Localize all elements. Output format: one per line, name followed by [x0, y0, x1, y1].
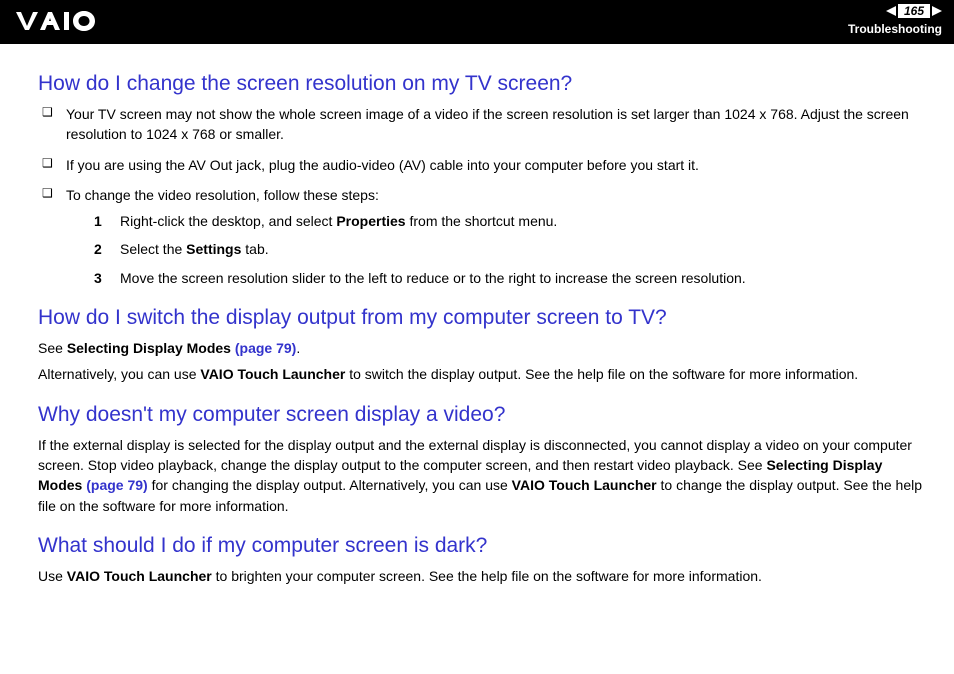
- section-title: Troubleshooting: [848, 22, 942, 36]
- text: tab.: [241, 241, 268, 257]
- list-item: To change the video resolution, follow t…: [38, 185, 924, 288]
- text: to switch the display output. See the he…: [345, 366, 858, 382]
- text: to brighten your computer screen. See th…: [212, 568, 762, 584]
- text: from the shortcut menu.: [406, 213, 558, 229]
- heading-no-video: Why doesn't my computer screen display a…: [38, 403, 924, 427]
- page-link[interactable]: (page 79): [235, 340, 296, 356]
- heading-switch-output: How do I switch the display output from …: [38, 306, 924, 330]
- step-item: Move the screen resolution slider to the…: [94, 268, 924, 288]
- heading-dark-screen: What should I do if my computer screen i…: [38, 534, 924, 558]
- page-content: How do I change the screen resolution on…: [0, 44, 954, 616]
- page-navigator: 165: [886, 4, 942, 18]
- text: Alternatively, you can use: [38, 366, 200, 382]
- text: Use: [38, 568, 67, 584]
- bullet-list: Your TV screen may not show the whole sc…: [38, 104, 924, 288]
- next-page-icon[interactable]: [932, 6, 942, 16]
- step-list: Right-click the desktop, and select Prop…: [94, 211, 924, 288]
- paragraph: Alternatively, you can use VAIO Touch La…: [38, 364, 924, 384]
- text: for changing the display output. Alterna…: [148, 477, 512, 493]
- step-item: Select the Settings tab.: [94, 239, 924, 259]
- text-bold: VAIO Touch Launcher: [67, 568, 212, 584]
- text: See: [38, 340, 67, 356]
- paragraph: If the external display is selected for …: [38, 435, 924, 516]
- page-number: 165: [898, 4, 930, 18]
- list-item: If you are using the AV Out jack, plug t…: [38, 155, 924, 175]
- text: .: [296, 340, 300, 356]
- text-bold: VAIO Touch Launcher: [200, 366, 345, 382]
- text-bold: Selecting Display Modes: [67, 340, 235, 356]
- heading-screen-resolution: How do I change the screen resolution on…: [38, 72, 924, 96]
- vaio-logo-icon: [16, 8, 104, 35]
- list-item: Your TV screen may not show the whole sc…: [38, 104, 924, 145]
- page-header: 165 Troubleshooting: [0, 0, 954, 44]
- text: Right-click the desktop, and select: [120, 213, 336, 229]
- step-item: Right-click the desktop, and select Prop…: [94, 211, 924, 231]
- paragraph: Use VAIO Touch Launcher to brighten your…: [38, 566, 924, 586]
- text-bold: Properties: [336, 213, 405, 229]
- paragraph: See Selecting Display Modes (page 79).: [38, 338, 924, 358]
- text-bold: VAIO Touch Launcher: [512, 477, 657, 493]
- text-bold: Settings: [186, 241, 241, 257]
- prev-page-icon[interactable]: [886, 6, 896, 16]
- page-link[interactable]: (page 79): [86, 477, 147, 493]
- text: To change the video resolution, follow t…: [66, 187, 379, 203]
- text: Select the: [120, 241, 186, 257]
